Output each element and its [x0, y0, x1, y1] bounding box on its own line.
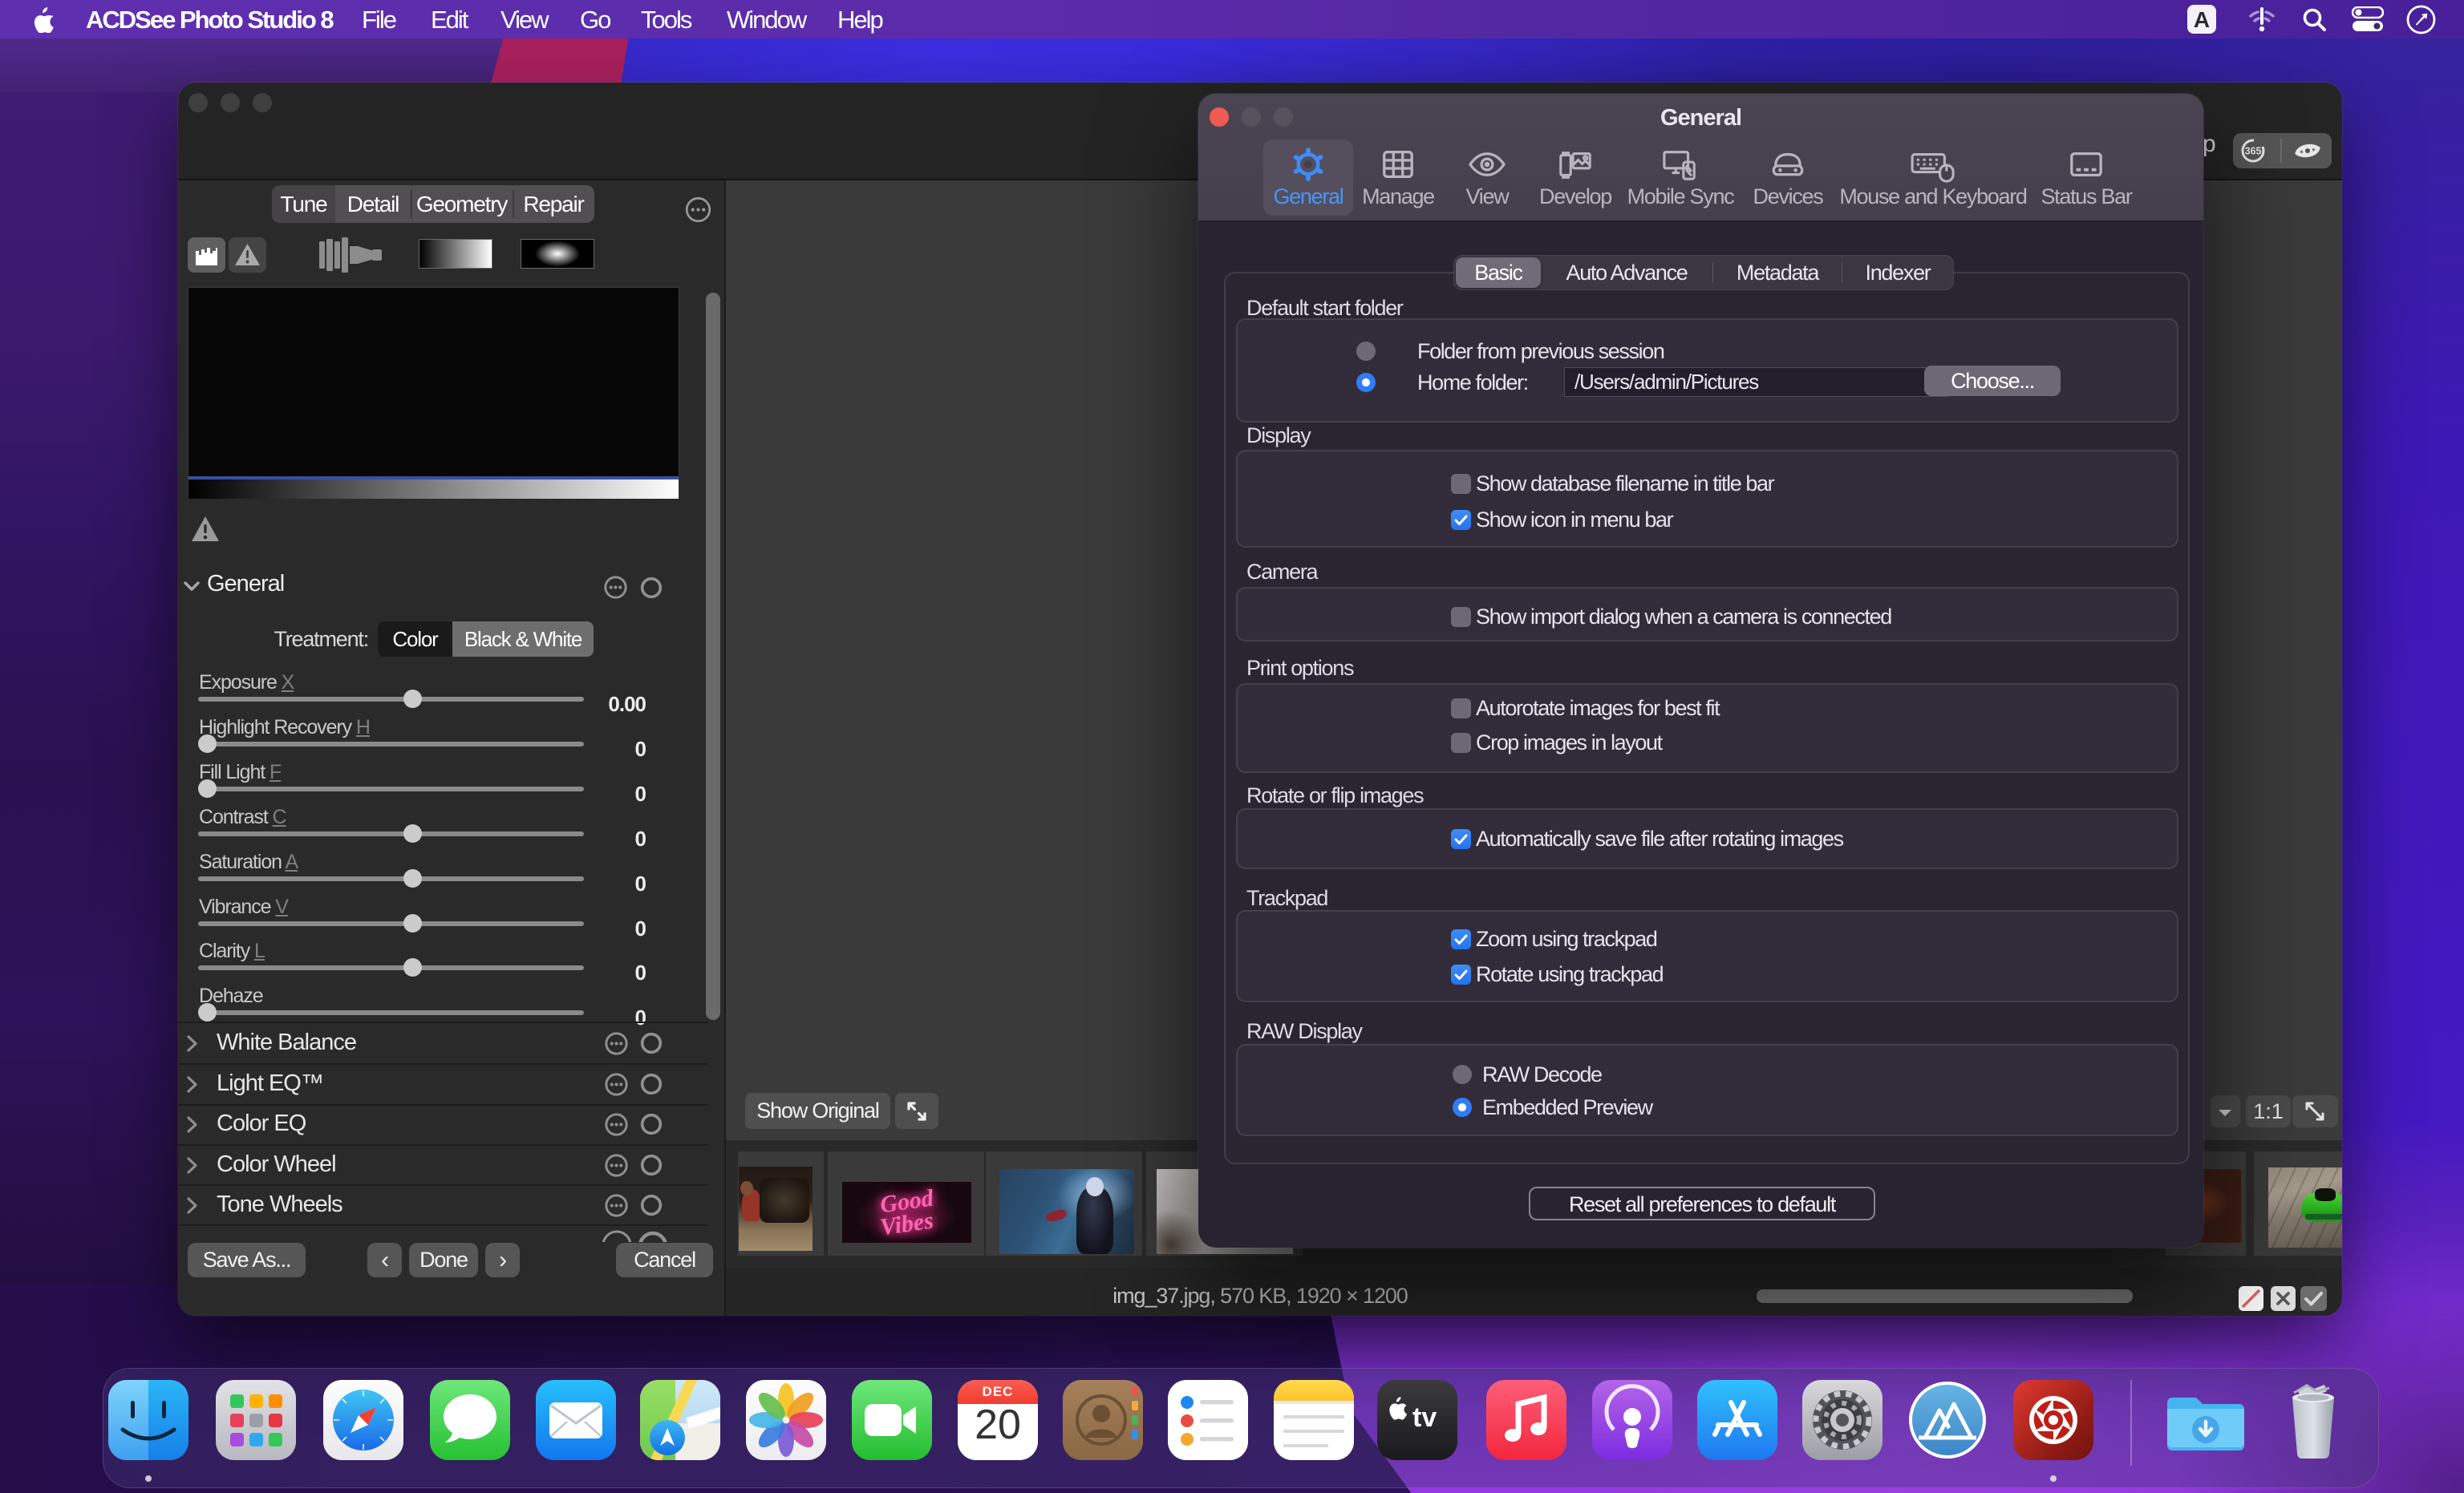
svg-text:tv: tv	[1412, 1402, 1437, 1433]
svg-text:365: 365	[2245, 146, 2262, 157]
